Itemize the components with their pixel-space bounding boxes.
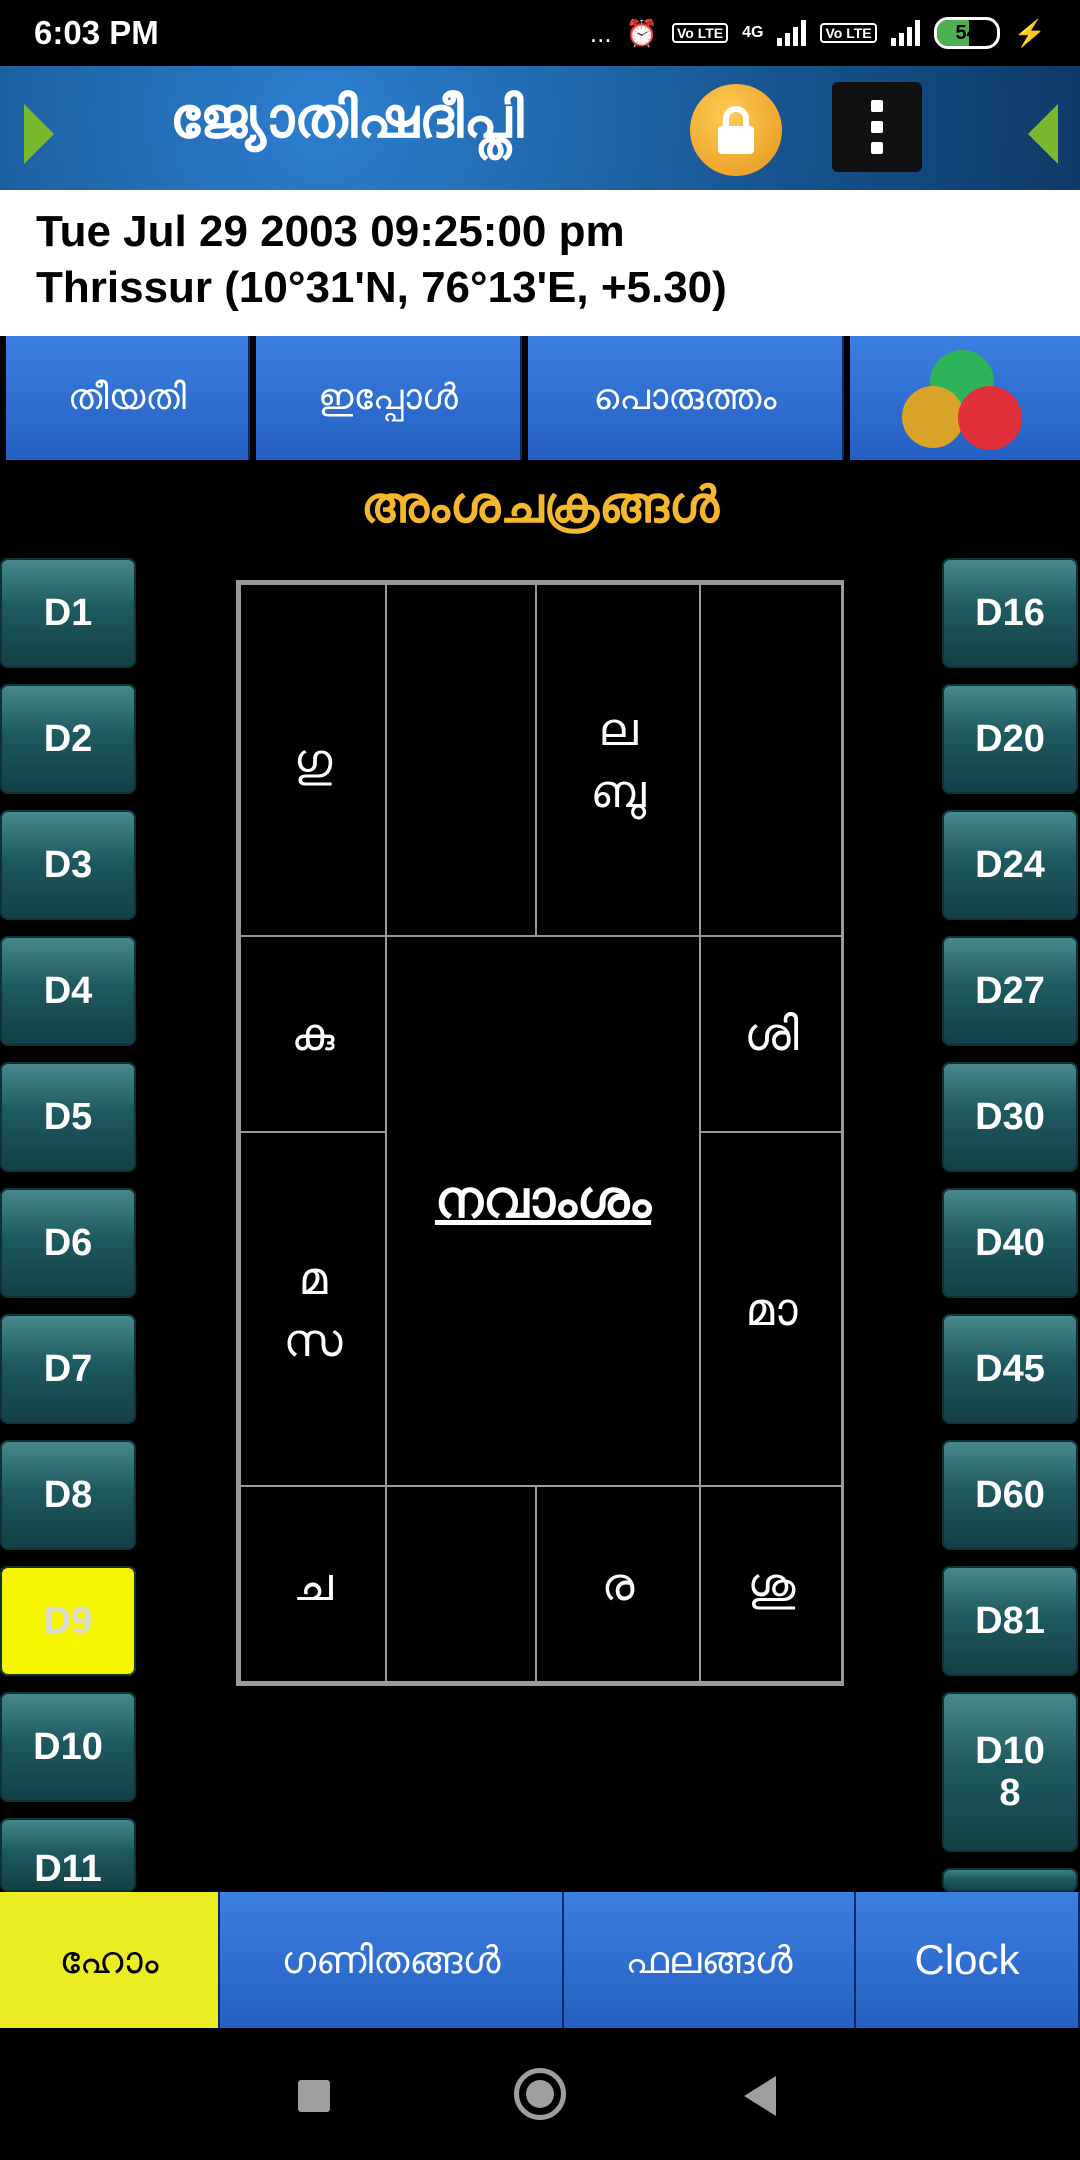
division-button-d8[interactable]: D8 (0, 1440, 136, 1550)
division-button-d7[interactable]: D7 (0, 1314, 136, 1424)
planet-label: ബു (590, 764, 646, 818)
birth-location: Thrissur (10°31'N, 76°13'E, +5.30) (36, 263, 727, 312)
birth-datetime: Tue Jul 29 2003 09:25:00 pm (36, 207, 625, 256)
charging-icon: ⚡ (1013, 17, 1046, 48)
match-button[interactable]: പൊരുത്തം (528, 336, 844, 460)
top-toolbar: തീയതി ഇപ്പോൾ പൊരുത്തം (0, 336, 1080, 460)
planet-label: ല (598, 702, 638, 756)
tab-calculations[interactable]: ഗണിതങ്ങൾ (220, 1892, 564, 2028)
recent-apps-icon[interactable] (298, 2080, 330, 2112)
chart-center: നവാംശം (385, 935, 701, 1487)
menu-dot-icon (871, 142, 883, 154)
app-header: ജ്യോതിഷദീപ്തി (0, 66, 1080, 190)
division-button-d1[interactable]: D1 (0, 558, 136, 668)
app-title: ജ്യോതിഷദീപ്തി (170, 86, 524, 151)
chart-house-7[interactable]: ശു (699, 1485, 844, 1683)
planet-label: മ (298, 1251, 328, 1305)
chart-house-3[interactable]: ല ബു (535, 583, 701, 937)
division-button-d3[interactable]: D3 (0, 810, 136, 920)
home-icon[interactable] (514, 2068, 566, 2120)
chart-house-11[interactable]: മ സ (239, 1131, 387, 1487)
lock-icon (718, 126, 754, 154)
open-file-icon (902, 386, 964, 448)
chart-house-8[interactable]: ര (535, 1485, 701, 1683)
status-icons: ... ⏰ Vo LTE 4G Vo LTE 54 ⚡ (590, 17, 1046, 49)
division-button-next[interactable] (942, 1868, 1078, 1892)
chart-house-12[interactable]: കു (239, 935, 387, 1133)
signal-icon-1 (777, 20, 807, 46)
division-button-d2[interactable]: D2 (0, 684, 136, 794)
division-button-d6[interactable]: D6 (0, 1188, 136, 1298)
back-icon[interactable] (744, 2076, 776, 2116)
chart-house-4[interactable] (699, 583, 844, 937)
chart-house-10[interactable]: ച (239, 1485, 387, 1683)
date-button[interactable]: തീയതി (6, 336, 250, 460)
volte-icon-1: Vo LTE (671, 23, 729, 43)
chart-info: Tue Jul 29 2003 09:25:00 pm Thrissur (10… (0, 190, 1080, 336)
menu-dot-icon (871, 100, 883, 112)
chart-house-5[interactable]: ശി (699, 935, 844, 1133)
menu-dot-icon (871, 121, 883, 133)
chart-house-2[interactable] (385, 583, 537, 937)
more-notifications-icon: ... (589, 17, 612, 48)
planet-label: ശു (747, 1557, 796, 1611)
planet-label: സ (283, 1313, 343, 1367)
division-button-d11[interactable]: D11 (0, 1818, 136, 1892)
planet-label: കു (291, 1007, 335, 1061)
division-button-d9[interactable]: D9 (0, 1566, 136, 1676)
planet-label: ച (293, 1557, 333, 1611)
chart-house-6[interactable]: മാ (699, 1131, 844, 1487)
division-button-d24[interactable]: D24 (942, 810, 1078, 920)
planet-label: ര (601, 1557, 635, 1611)
export-icon (958, 386, 1022, 450)
signal-icon-2 (890, 20, 920, 46)
chart-house-1[interactable]: ഗു (239, 583, 387, 937)
next-arrow-icon[interactable] (1028, 104, 1058, 164)
division-button-d5[interactable]: D5 (0, 1062, 136, 1172)
network-type-label: 4G (742, 24, 764, 41)
tab-clock[interactable]: Clock (856, 1892, 1080, 2028)
planet-label: ഗു (293, 733, 333, 787)
navamsa-chart: ഗു ല ബു കു ശി മ സ മാ നവാംശം ച ര ശു (236, 580, 844, 1686)
tab-results[interactable]: ഫലങ്ങൾ (564, 1892, 856, 2028)
divisional-charts-title: അംശചക്രങ്ങൾ (360, 476, 720, 534)
division-button-d45[interactable]: D45 (942, 1314, 1078, 1424)
division-button-d4[interactable]: D4 (0, 936, 136, 1046)
battery-icon: 54 (933, 17, 1000, 49)
alarm-icon: ⏰ (625, 17, 658, 48)
division-button-d40[interactable]: D40 (942, 1188, 1078, 1298)
tab-home[interactable]: ഹോം (0, 1892, 220, 2028)
file-actions-button[interactable] (850, 336, 1080, 460)
bottom-navigation: ഹോം ഗണിതങ്ങൾ ഫലങ്ങൾ Clock (0, 1892, 1080, 2028)
lock-button[interactable] (690, 84, 782, 176)
division-button-d16[interactable]: D16 (942, 558, 1078, 668)
division-button-d81[interactable]: D81 (942, 1566, 1078, 1676)
chart-title: നവാംശം (434, 1170, 652, 1230)
volte-icon-2: Vo LTE (820, 23, 877, 43)
battery-level: 54 (955, 21, 978, 44)
division-button-d30[interactable]: D30 (942, 1062, 1078, 1172)
status-time: 6:03 PM (34, 14, 159, 51)
system-navigation-bar (0, 2028, 1080, 2160)
division-button-d10[interactable]: D10 (0, 1692, 136, 1802)
overflow-menu-button[interactable] (832, 82, 922, 172)
planet-label: മാ (745, 1282, 798, 1336)
division-button-d108[interactable]: D10 8 (942, 1692, 1078, 1852)
division-button-d20[interactable]: D20 (942, 684, 1078, 794)
previous-arrow-icon[interactable] (24, 104, 54, 164)
division-button-d27[interactable]: D27 (942, 936, 1078, 1046)
planet-label: ശി (744, 1007, 799, 1061)
division-button-d60[interactable]: D60 (942, 1440, 1078, 1550)
chart-house-9[interactable] (385, 1485, 537, 1683)
now-button[interactable]: ഇപ്പോൾ (256, 336, 522, 460)
status-bar: 6:03 PM ... ⏰ Vo LTE 4G Vo LTE 54 ⚡ (0, 0, 1080, 66)
